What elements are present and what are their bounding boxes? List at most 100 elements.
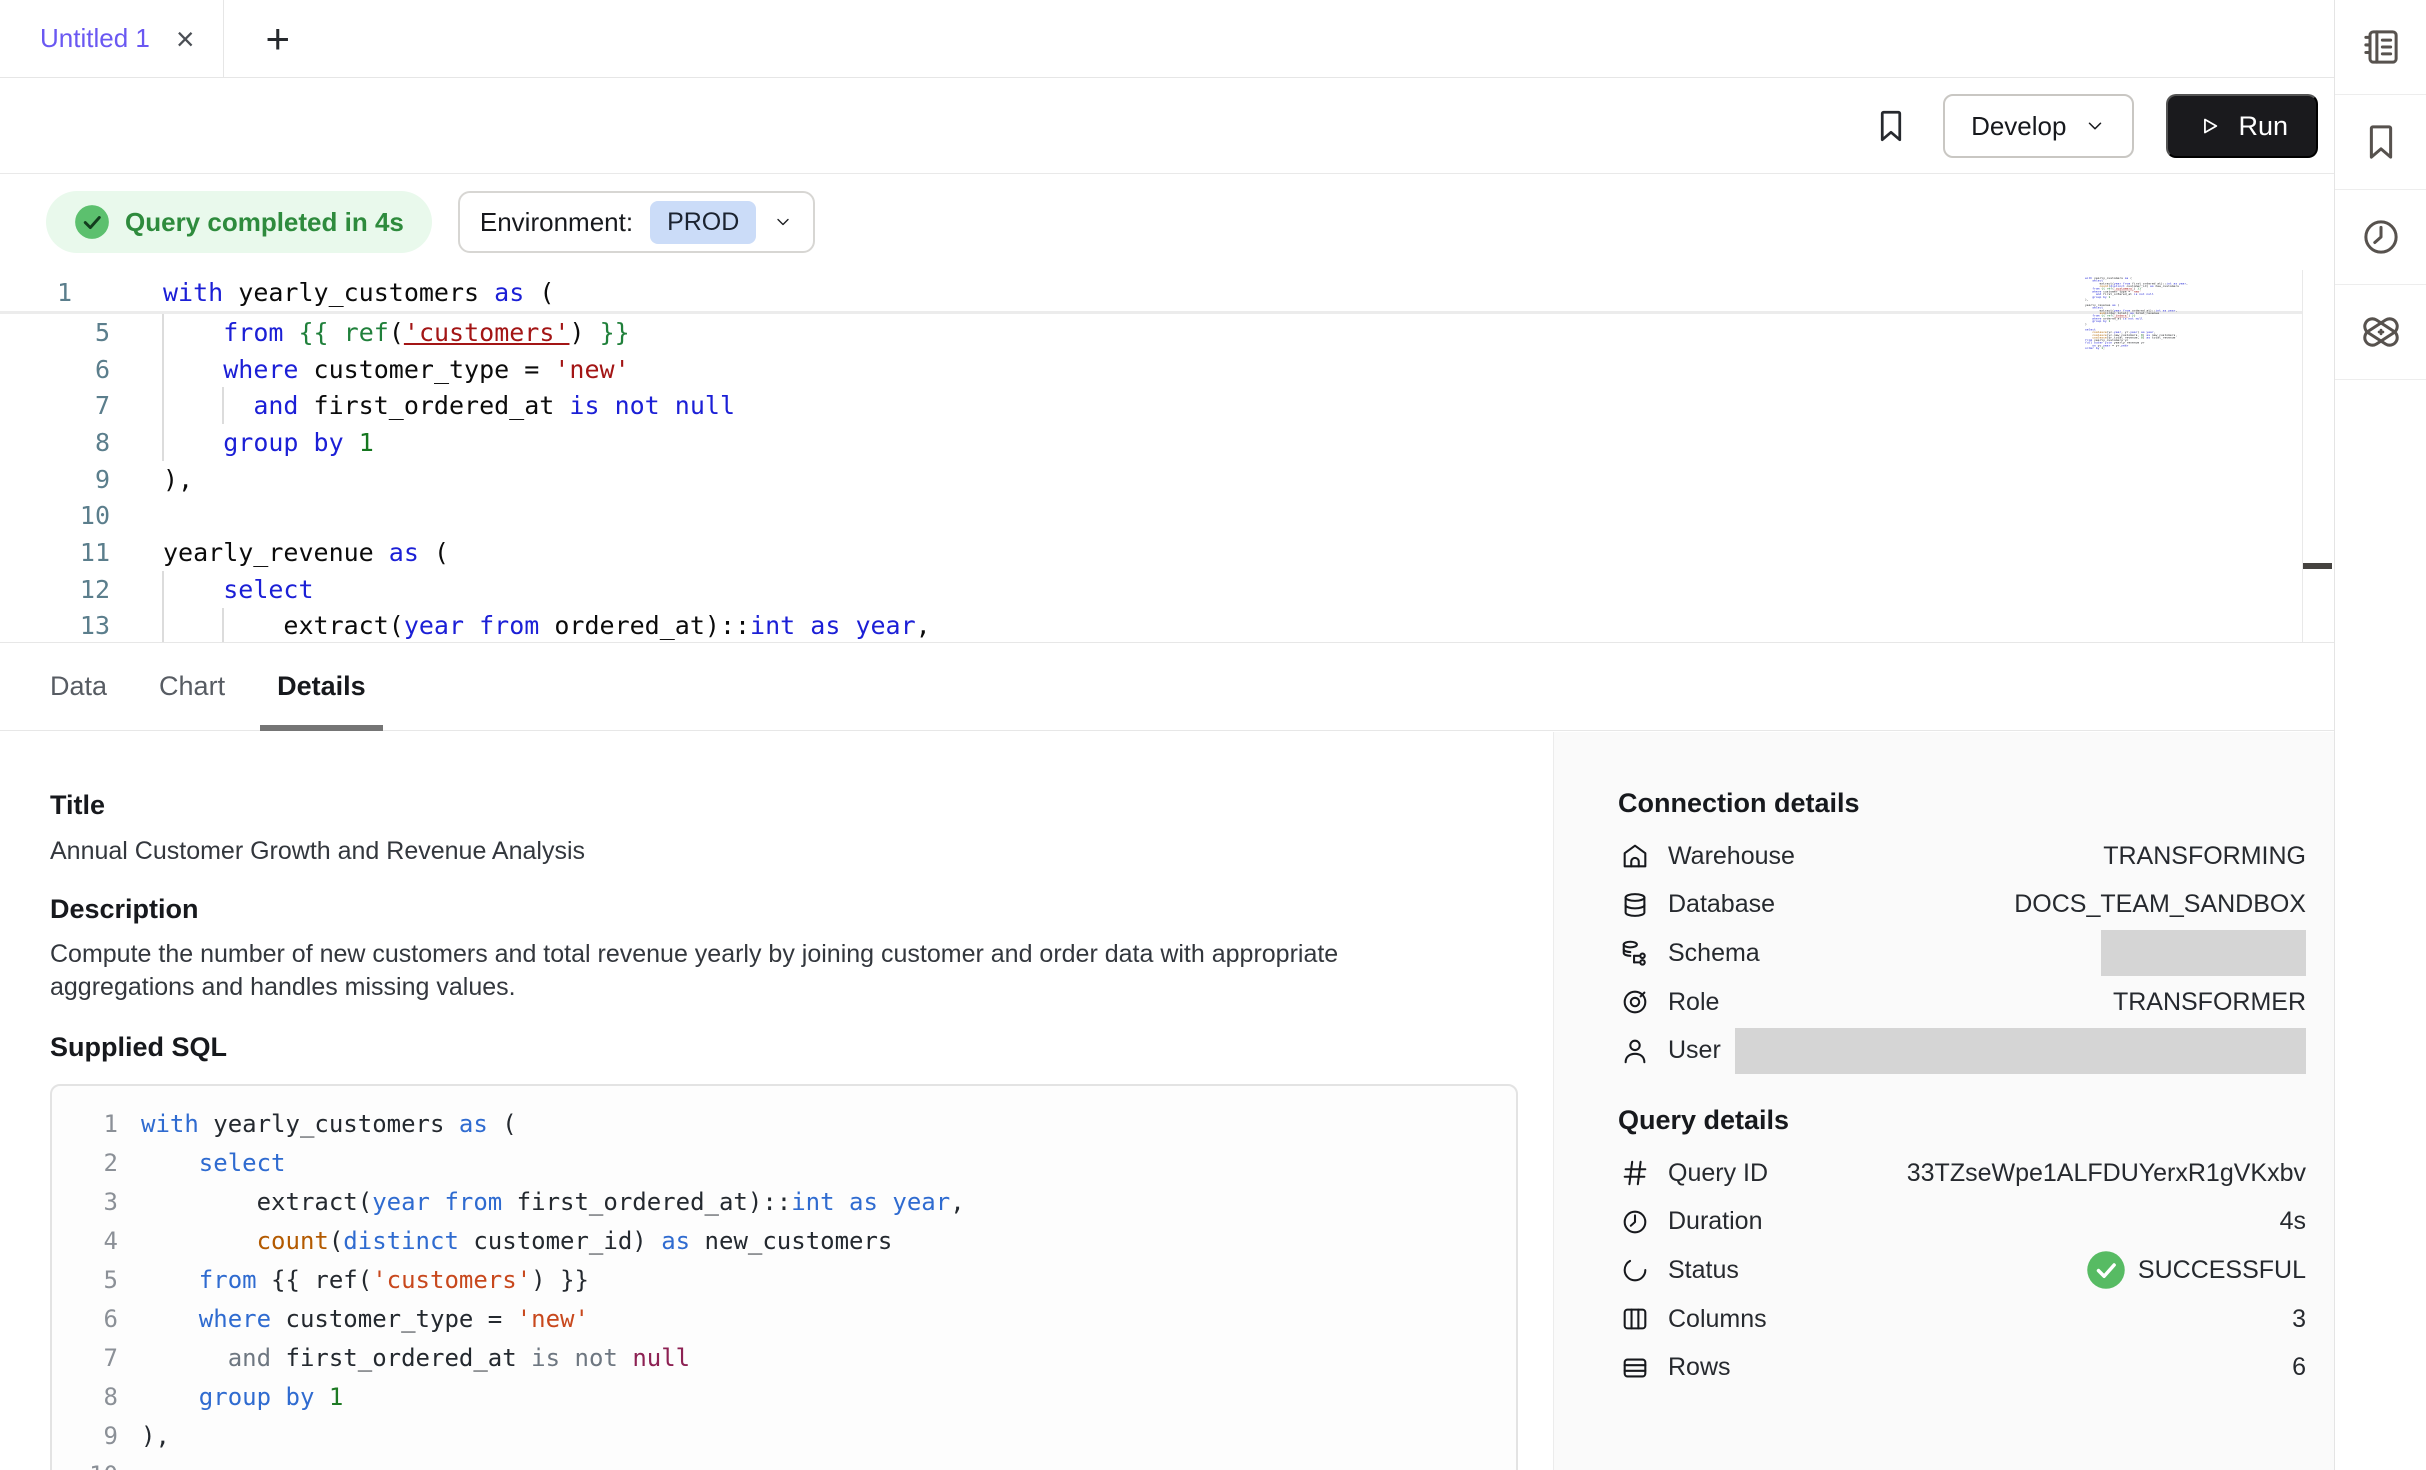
editor-scrollbar-thumb[interactable]	[2303, 563, 2332, 569]
line-number: 7	[52, 1344, 118, 1372]
bookmark-button[interactable]	[1871, 106, 1911, 146]
detail-value: 3	[2292, 1305, 2306, 1334]
detail-label: Rows	[1668, 1353, 1731, 1382]
user-icon	[1618, 1034, 1652, 1068]
detail-value: 6	[2292, 1353, 2306, 1382]
editor-sticky-line[interactable]: 1 with yearly_customers as (	[0, 274, 2302, 311]
redacted-value	[1735, 1028, 2306, 1074]
editor-line[interactable]: 7 and first_ordered_at is not null	[0, 387, 2302, 424]
lineage-icon	[2359, 310, 2403, 354]
detail-label: Role	[1668, 988, 1719, 1017]
environment-value-badge: PROD	[650, 201, 756, 244]
indent-guide	[162, 424, 164, 461]
history-icon	[2359, 215, 2403, 259]
detail-row-duration: Duration4s	[1618, 1198, 2306, 1247]
detail-row-query-id: Query ID 33TZseWpe1ALFDUYerxR1gVKxbv	[1618, 1149, 2306, 1198]
redacted-value	[2101, 930, 2306, 976]
new-tab-button[interactable]: +	[266, 0, 291, 77]
chevron-down-icon	[2084, 115, 2106, 137]
line-number: 1	[0, 278, 110, 307]
line-code[interactable]: select	[163, 575, 314, 604]
editor-line[interactable]: 5 from {{ ref('customers') }}	[0, 314, 2302, 351]
tab-chart[interactable]: Chart	[159, 643, 225, 730]
close-icon[interactable]: ×	[176, 23, 195, 55]
spinner-icon	[1618, 1253, 1652, 1287]
hash-icon	[1618, 1156, 1652, 1190]
line-number: 9	[0, 465, 110, 494]
editor-line[interactable]: 12 select	[0, 571, 2302, 608]
lineage-panel-button[interactable]	[2335, 285, 2426, 380]
environment-selector[interactable]: Environment: PROD	[458, 191, 815, 253]
line-number: 5	[0, 318, 110, 347]
supplied-sql-heading: Supplied SQL	[50, 1032, 1513, 1062]
bookmarks-panel-button[interactable]	[2335, 95, 2426, 190]
sql-editor[interactable]: 1 with yearly_customers as ( 5 from {{ ref…	[0, 274, 2302, 642]
detail-label: Schema	[1668, 939, 1760, 968]
line-code[interactable]: from {{ ref('customers') }}	[163, 318, 630, 347]
line-code[interactable]: with yearly_customers as (	[163, 278, 554, 307]
develop-dropdown-button[interactable]: Develop	[1943, 94, 2134, 158]
detail-value: DOCS_TEAM_SANDBOX	[2014, 890, 2306, 919]
title-value: Annual Customer Growth and Revenue Analy…	[50, 836, 1513, 866]
notebook-panel-button[interactable]	[2335, 0, 2426, 95]
tab-data[interactable]: Data	[50, 643, 107, 730]
line-code[interactable]: yearly_revenue as (	[163, 538, 449, 567]
line-code[interactable]: group by 1	[163, 428, 374, 457]
indent-guide	[222, 608, 224, 643]
editor-line[interactable]: 11yearly_revenue as (	[0, 534, 2302, 571]
environment-label: Environment:	[480, 207, 633, 238]
line-code: ),	[141, 1422, 170, 1450]
editor-line[interactable]: 9),	[0, 461, 2302, 498]
history-panel-button[interactable]	[2335, 190, 2426, 285]
editor-line[interactable]: 13 extract(year from ordered_at)::int as…	[0, 608, 2302, 643]
detail-value: 4s	[2280, 1207, 2306, 1236]
line-number: 4	[52, 1227, 118, 1255]
line-number: 6	[0, 355, 110, 384]
detail-value: TRANSFORMING	[2103, 842, 2306, 871]
run-button[interactable]: Run	[2166, 94, 2318, 158]
editor-scrollbar-track	[2302, 270, 2333, 642]
line-number: 8	[0, 428, 110, 457]
detail-row-columns: Columns3	[1618, 1295, 2306, 1344]
line-code: count(distinct customer_id) as new_custo…	[141, 1227, 892, 1255]
supplied-sql-line: 10	[52, 1455, 1516, 1470]
detail-value: 33TZseWpe1ALFDUYerxR1gVKxbv	[1907, 1159, 2306, 1188]
query-status-pill: Query completed in 4s	[46, 191, 432, 253]
line-code[interactable]: extract(year from ordered_at)::int as ye…	[163, 611, 931, 640]
title-heading: Title	[50, 790, 1513, 820]
editor-line[interactable]: 6 where customer_type = 'new'	[0, 351, 2302, 388]
check-circle-icon	[2086, 1250, 2126, 1290]
line-code[interactable]: ),	[163, 465, 193, 494]
supplied-sql-line: 8 group by 1	[52, 1377, 1516, 1416]
tab-details[interactable]: Details	[277, 643, 366, 730]
line-code[interactable]: and first_ordered_at is not null	[163, 391, 735, 420]
line-code: where customer_type = 'new'	[141, 1305, 589, 1333]
studio-app: Untitled 1 × + Develop Run Query complet…	[0, 0, 2426, 1470]
line-code: extract(year from first_ordered_at)::int…	[141, 1188, 965, 1216]
bookmark-icon	[1871, 106, 1911, 146]
detail-label: User	[1668, 1036, 1721, 1065]
tab-untitled-1[interactable]: Untitled 1 ×	[0, 0, 224, 77]
line-number: 7	[0, 391, 110, 420]
supplied-sql-line: 7 and first_ordered_at is not null	[52, 1338, 1516, 1377]
line-number: 5	[52, 1266, 118, 1294]
line-number: 1	[52, 1110, 118, 1138]
tab-label: Details	[277, 671, 366, 702]
right-icon-sidebar	[2334, 0, 2426, 1470]
editor-line[interactable]: 10	[0, 497, 2302, 534]
line-number: 9	[52, 1422, 118, 1450]
develop-label: Develop	[1971, 111, 2066, 142]
connection-details-heading: Connection details	[1618, 788, 2306, 818]
toolbar: Develop Run	[0, 79, 2334, 174]
indent-guide	[162, 571, 164, 608]
detail-label: Query ID	[1668, 1159, 1768, 1188]
editor-line[interactable]: 8 group by 1	[0, 424, 2302, 461]
line-number: 3	[52, 1188, 118, 1216]
detail-label: Database	[1668, 890, 1775, 919]
supplied-sql-line: 4 count(distinct customer_id) as new_cus…	[52, 1221, 1516, 1260]
line-code[interactable]: where customer_type = 'new'	[163, 355, 630, 384]
details-main: Title Annual Customer Growth and Revenue…	[0, 732, 1553, 1470]
indent-guide	[162, 387, 164, 424]
editor-minimap[interactable]: with yearly_customers as ( select extrac…	[2085, 277, 2295, 367]
status-row: Query completed in 4s Environment: PROD	[0, 174, 2334, 270]
